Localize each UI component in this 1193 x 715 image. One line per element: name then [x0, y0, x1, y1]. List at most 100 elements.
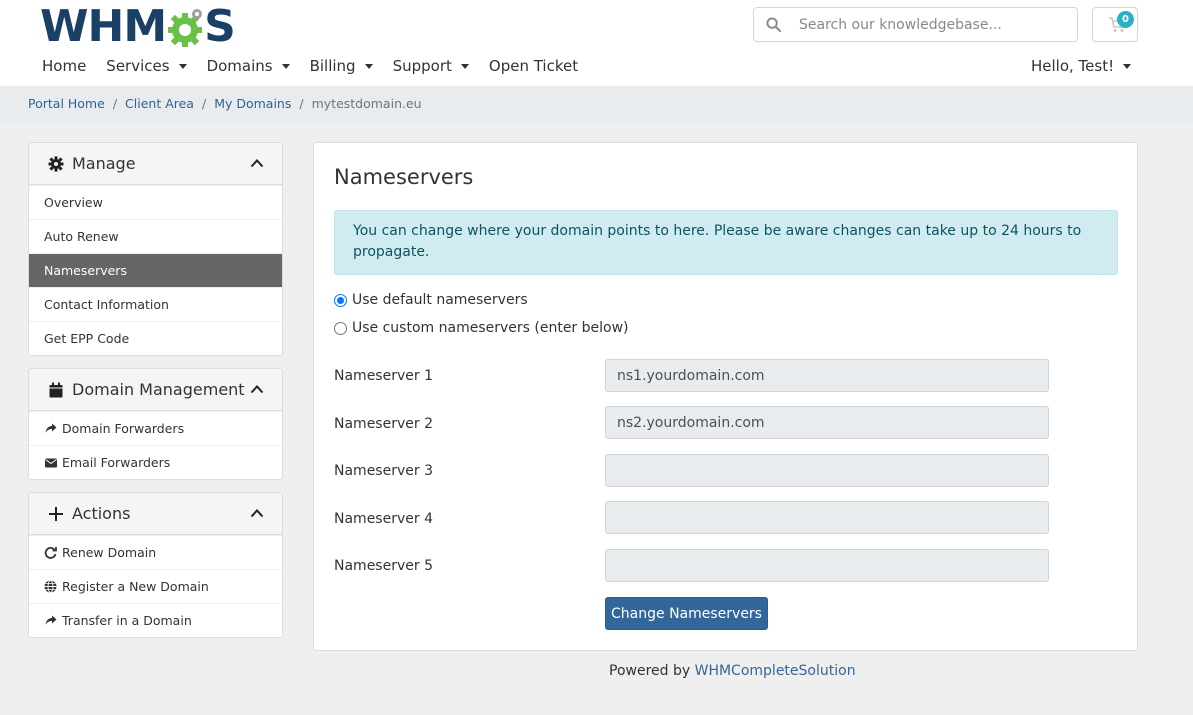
plus-icon	[47, 505, 64, 522]
nav-support[interactable]: Support	[393, 57, 469, 75]
whmcs-logo[interactable]: WHM S	[40, 1, 236, 52]
domain-management-panel-title: Domain Management	[72, 380, 245, 399]
nameserver-5-label: Nameserver 5	[334, 558, 433, 574]
manage-panel-title: Manage	[72, 154, 136, 173]
chevron-up-icon[interactable]	[250, 384, 264, 394]
info-alert: You can change where your domain points …	[334, 210, 1118, 275]
gear-logo-icon	[168, 9, 203, 47]
sidebar-item-overview[interactable]: Overview	[29, 185, 282, 219]
manage-panel: Manage Overview Auto Renew Nameservers C…	[28, 142, 283, 356]
radio-default-nameservers[interactable]: Use default nameservers	[334, 292, 528, 308]
breadcrumb-separator: /	[299, 96, 304, 111]
cart-button[interactable]: 0	[1092, 7, 1138, 42]
globe-icon	[44, 580, 57, 593]
caret-down-icon	[281, 63, 290, 69]
nameserver-2-label: Nameserver 2	[334, 416, 433, 432]
header: WHM S 0	[0, 0, 1193, 86]
actions-panel-header[interactable]: Actions	[29, 493, 282, 535]
caret-down-icon	[178, 63, 187, 69]
nav-billing[interactable]: Billing	[310, 57, 373, 75]
sidebar-item-label: Overview	[44, 195, 103, 210]
footer-prefix: Powered by	[609, 663, 691, 679]
caret-down-icon	[460, 63, 469, 69]
caret-down-icon	[1123, 63, 1132, 69]
caret-down-icon	[364, 63, 373, 69]
sidebar-item-get-epp-code[interactable]: Get EPP Code	[29, 321, 282, 355]
sidebar-item-contact-information[interactable]: Contact Information	[29, 287, 282, 321]
user-greeting: Hello, Test!	[1031, 57, 1115, 75]
actions-panel: Actions Renew Domain Register a New Doma…	[28, 492, 283, 638]
sidebar-item-email-forwarders[interactable]: Email Forwarders	[29, 445, 282, 479]
refresh-icon	[44, 546, 57, 559]
chevron-up-icon[interactable]	[250, 508, 264, 518]
logo-text-right: S	[204, 1, 236, 52]
sidebar-item-label: Auto Renew	[44, 229, 119, 244]
sidebar-item-label: Get EPP Code	[44, 331, 130, 346]
share-arrow-icon	[44, 422, 57, 435]
sidebar-item-nameservers[interactable]: Nameservers	[29, 253, 282, 287]
cart-count-badge: 0	[1117, 11, 1134, 28]
logo-text-left: WHM	[40, 1, 167, 52]
sidebar-item-label: Domain Forwarders	[62, 421, 185, 436]
nameserver-2-input[interactable]	[605, 406, 1049, 439]
breadcrumb-current: mytestdomain.eu	[311, 96, 422, 111]
sidebar-item-label: Register a New Domain	[62, 579, 209, 594]
nav-domains-label: Domains	[206, 57, 273, 75]
envelope-icon	[44, 456, 57, 469]
sidebar-item-auto-renew[interactable]: Auto Renew	[29, 219, 282, 253]
chevron-up-icon[interactable]	[250, 158, 264, 168]
domain-management-panel: Domain Management Domain Forwarders Emai…	[28, 368, 283, 480]
knowledgebase-search[interactable]	[753, 7, 1078, 42]
radio-custom-label: Use custom nameservers (enter below)	[352, 320, 629, 336]
radio-button-checked[interactable]	[334, 293, 347, 307]
search-icon	[754, 17, 792, 32]
nav-home[interactable]: Home	[42, 57, 86, 75]
manage-panel-header[interactable]: Manage	[29, 143, 282, 185]
domain-management-panel-header[interactable]: Domain Management	[29, 369, 282, 411]
nameserver-1-label: Nameserver 1	[334, 368, 433, 384]
breadcrumb: Portal Home / Client Area / My Domains /…	[28, 96, 422, 111]
sidebar-item-label: Transfer in a Domain	[62, 613, 192, 628]
radio-custom-nameservers[interactable]: Use custom nameservers (enter below)	[334, 320, 629, 336]
main-nav: Home Services Domains Billing Support Op…	[42, 57, 598, 75]
breadcrumb-bar: Portal Home / Client Area / My Domains /…	[0, 86, 1193, 122]
sidebar-item-domain-forwarders[interactable]: Domain Forwarders	[29, 411, 282, 445]
sidebar-item-register-new-domain[interactable]: Register a New Domain	[29, 569, 282, 603]
breadcrumb-separator: /	[201, 96, 207, 111]
breadcrumb-client-area[interactable]: Client Area	[125, 96, 194, 111]
nav-domains[interactable]: Domains	[207, 57, 290, 75]
page-title: Nameservers	[334, 165, 474, 189]
actions-panel-title: Actions	[72, 504, 131, 523]
nameserver-5-input[interactable]	[605, 549, 1049, 582]
sidebar-item-renew-domain[interactable]: Renew Domain	[29, 535, 282, 569]
sidebar-item-label: Renew Domain	[62, 545, 157, 560]
breadcrumb-separator: /	[112, 96, 118, 111]
sidebar-item-label: Contact Information	[44, 297, 169, 312]
nameserver-4-input[interactable]	[605, 501, 1049, 534]
nameserver-1-input[interactable]	[605, 359, 1049, 392]
radio-button-unchecked[interactable]	[334, 321, 347, 335]
change-nameservers-button[interactable]: Change Nameservers	[605, 597, 768, 630]
cog-icon	[47, 155, 64, 172]
nav-open-ticket[interactable]: Open Ticket	[489, 57, 578, 75]
nav-home-label: Home	[42, 57, 87, 75]
nameservers-card: Nameservers You can change where your do…	[313, 142, 1138, 651]
sidebar-item-label: Nameservers	[44, 263, 127, 278]
breadcrumb-portal-home[interactable]: Portal Home	[28, 96, 105, 111]
nav-open-ticket-label: Open Ticket	[488, 57, 579, 75]
sidebar-item-transfer-domain[interactable]: Transfer in a Domain	[29, 603, 282, 637]
nav-services-label: Services	[106, 57, 170, 75]
nav-support-label: Support	[392, 57, 452, 75]
nav-billing-label: Billing	[309, 57, 356, 75]
breadcrumb-my-domains[interactable]: My Domains	[214, 96, 291, 111]
calendar-icon	[47, 381, 64, 398]
nameserver-3-label: Nameserver 3	[334, 463, 433, 479]
user-menu[interactable]: Hello, Test!	[1031, 57, 1132, 75]
sidebar-item-label: Email Forwarders	[62, 455, 171, 470]
search-input[interactable]	[799, 16, 1069, 33]
radio-default-label: Use default nameservers	[352, 292, 528, 308]
share-arrow-icon	[44, 614, 57, 627]
footer-whmcs-link[interactable]: WHMCompleteSolution	[695, 663, 856, 679]
nameserver-3-input[interactable]	[605, 454, 1049, 487]
nav-services[interactable]: Services	[106, 57, 187, 75]
